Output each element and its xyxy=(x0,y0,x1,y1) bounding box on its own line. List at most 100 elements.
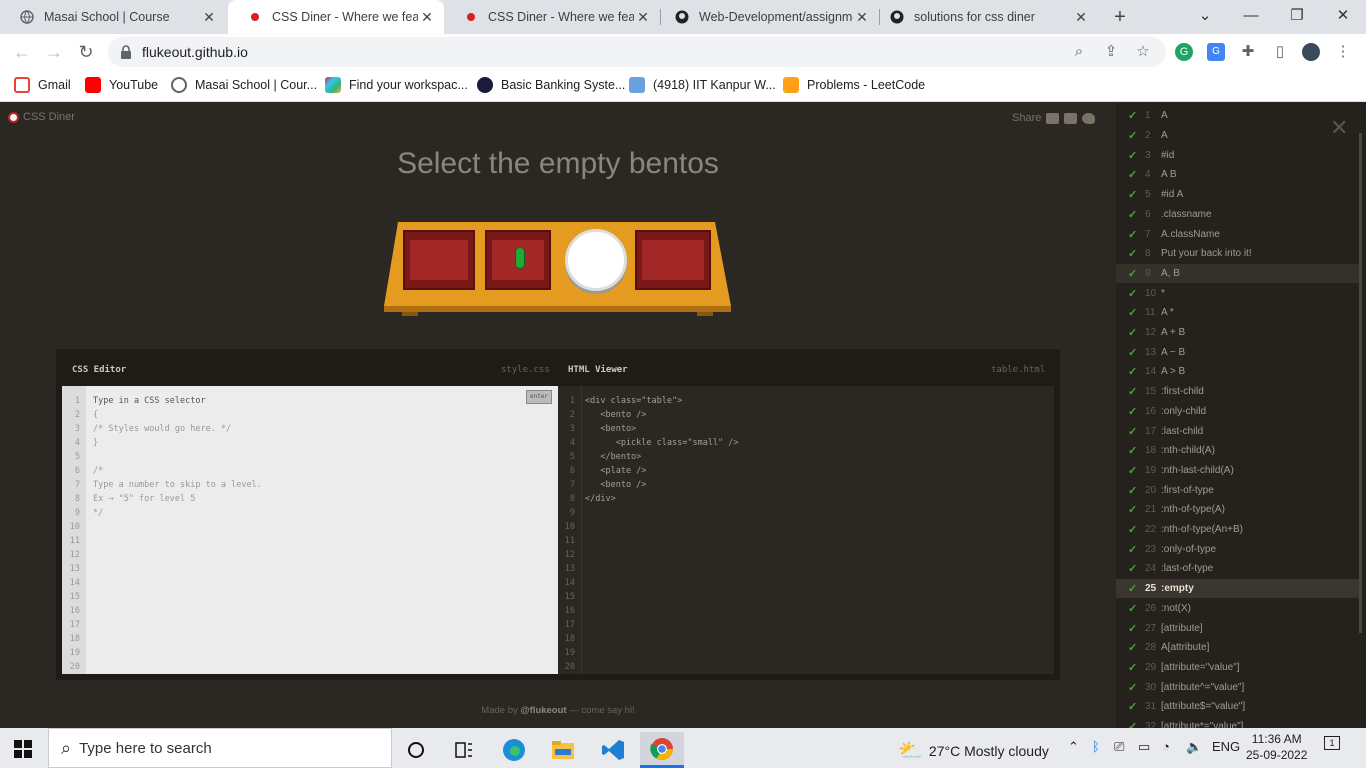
side-panel-icon[interactable]: ▯ xyxy=(1271,43,1289,61)
email-icon[interactable] xyxy=(1046,112,1060,124)
wifi-icon[interactable]: ◔ xyxy=(1162,739,1170,754)
level-item[interactable]: ✓ 23:only-of-type xyxy=(1116,539,1362,559)
level-item[interactable]: ✓ 24:last-of-type xyxy=(1116,559,1362,579)
level-item[interactable]: ✓ 14 A > B xyxy=(1116,362,1362,382)
taskbar-search-box[interactable]: ⌕ Type here to search xyxy=(48,728,392,768)
tab-css-diner[interactable]: CSS Diner - Where we feast on CSS Select… xyxy=(444,0,660,34)
level-item[interactable]: ✓ 22:nth-of-type(An+B) xyxy=(1116,520,1362,540)
html-code-line[interactable]: </div> xyxy=(585,492,739,506)
facebook-icon[interactable] xyxy=(1064,112,1078,124)
level-item[interactable]: ✓ 8 Put your back into it! xyxy=(1116,244,1362,264)
close-tab-icon[interactable]: ✕ xyxy=(200,9,218,26)
level-item[interactable]: ✓ 4 A B xyxy=(1116,165,1362,185)
html-code-line[interactable]: <pickle class="small" /> xyxy=(585,436,739,450)
level-item[interactable]: ✓ 1 A xyxy=(1116,106,1362,126)
levels-scrollbar[interactable] xyxy=(1359,133,1362,633)
bookmark-masai[interactable]: Masai School | Cour... xyxy=(171,77,317,93)
volume-icon[interactable]: 🔈 xyxy=(1186,739,1202,755)
battery-icon[interactable]: ▭ xyxy=(1138,739,1150,755)
system-clock[interactable]: 11:36 AM 25-09-2022 xyxy=(1246,731,1307,763)
cortana-icon[interactable] xyxy=(394,732,438,768)
level-item[interactable]: ✓ 30 [attribute^="value"] xyxy=(1116,677,1362,697)
grammarly-extension-icon[interactable]: G xyxy=(1175,43,1193,61)
windows-start-icon[interactable] xyxy=(14,740,32,758)
html-code-line[interactable]: <bento> xyxy=(585,422,739,436)
twitter-icon[interactable] xyxy=(1082,112,1096,124)
level-item[interactable]: ✓ 20:first-of-type xyxy=(1116,480,1362,500)
level-item[interactable]: ✓ 27 [attribute] xyxy=(1116,618,1362,638)
file-explorer-icon[interactable] xyxy=(541,732,585,768)
zoom-icon[interactable]: ⌕ xyxy=(1070,43,1088,61)
close-tab-icon[interactable]: ✕ xyxy=(634,9,652,26)
level-item[interactable]: ✓ 28 A[attribute] xyxy=(1116,638,1362,658)
css-code[interactable]: Type in a CSS selector {/* Styles would g… xyxy=(93,394,262,520)
forward-button[interactable]: → xyxy=(44,42,64,62)
bluetooth-icon[interactable]: ᛒ xyxy=(1092,739,1100,754)
bookmark-leetcode[interactable]: Problems - LeetCode xyxy=(783,77,925,93)
reload-button[interactable]: ↻ xyxy=(76,42,96,62)
meet-now-icon[interactable]: ⎚ xyxy=(1114,739,1124,755)
footer-author-link[interactable]: @flukeout xyxy=(520,705,566,716)
close-tab-icon[interactable]: ✕ xyxy=(418,9,436,26)
level-item[interactable]: ✓ 29 [attribute="value"] xyxy=(1116,658,1362,678)
bookmark-banking[interactable]: Basic Banking Syste... xyxy=(477,77,625,93)
edge-icon[interactable] xyxy=(492,732,536,768)
html-code-line[interactable]: <plate /> xyxy=(585,464,739,478)
level-item[interactable]: ✓ 5 #id A xyxy=(1116,185,1362,205)
chrome-taskbar-icon[interactable] xyxy=(640,732,684,768)
pickle[interactable] xyxy=(515,247,525,269)
notification-center-icon[interactable]: 1 xyxy=(1324,736,1340,750)
address-bar[interactable]: flukeout.github.io ⌕ ⇪ ☆ xyxy=(108,37,1166,67)
bookmark-star-icon[interactable]: ☆ xyxy=(1134,43,1152,61)
level-item[interactable]: ✓ 25:empty xyxy=(1116,578,1362,599)
level-item[interactable]: ✓ 26:not(X) xyxy=(1116,599,1362,619)
level-item[interactable]: ✓ 17:last-child xyxy=(1116,421,1362,441)
bookmark-iit-kanpur[interactable]: (4918) IIT Kanpur W... xyxy=(629,77,776,93)
share-page-icon[interactable]: ⇪ xyxy=(1102,43,1120,61)
css-diner-logo[interactable]: CSS Diner xyxy=(8,111,75,123)
tab-search-chevron-icon[interactable]: ⌄ xyxy=(1190,4,1220,28)
html-code-line[interactable]: <div class="table"> xyxy=(585,394,739,408)
level-item[interactable]: ✓ 31 [attribute$="value"] xyxy=(1116,697,1362,717)
css-editor[interactable]: 1 2 3 4 5 6 7 8 9 10 11 12 13 14 15 16 17 18 19 20 Type in … xyxy=(62,386,558,674)
bookmark-gmail[interactable]: Gmail xyxy=(14,77,71,93)
level-item[interactable]: ✓ 12 A + B xyxy=(1116,323,1362,343)
extensions-puzzle-icon[interactable]: ✚ xyxy=(1239,43,1257,61)
tab-css-diner-active[interactable]: CSS Diner - Where we feast on CSS Select… xyxy=(228,0,444,34)
close-window-button[interactable]: ✕ xyxy=(1328,4,1358,28)
level-item[interactable]: ✓ 9 A, B xyxy=(1116,263,1362,284)
close-tab-icon[interactable]: ✕ xyxy=(853,9,871,26)
show-hidden-icons-chevron[interactable]: ⌃ xyxy=(1068,739,1079,755)
back-button[interactable]: ← xyxy=(12,42,32,62)
weather-widget[interactable]: ⛅ 27°C Mostly cloudy xyxy=(898,738,1049,763)
new-tab-button[interactable]: + xyxy=(1110,5,1130,29)
level-item[interactable]: ✓ 13 A ~ B xyxy=(1116,342,1362,362)
enter-button[interactable]: enter xyxy=(526,390,552,404)
close-tab-icon[interactable]: ✕ xyxy=(1072,9,1090,26)
input-language[interactable]: ENG xyxy=(1212,739,1240,754)
level-item[interactable]: ✓ 15:first-child xyxy=(1116,382,1362,402)
bookmark-slack[interactable]: Find your workspac... xyxy=(325,77,468,93)
level-item[interactable]: ✓ 7 A.className xyxy=(1116,224,1362,244)
html-code-line[interactable]: <bento /> xyxy=(585,408,739,422)
level-item[interactable]: ✓ 19:nth-last-child(A) xyxy=(1116,461,1362,481)
level-item[interactable]: ✓ 2 A xyxy=(1116,126,1362,146)
minimize-button[interactable]: — xyxy=(1236,4,1266,28)
level-item[interactable]: ✓ 3 #id xyxy=(1116,145,1362,165)
restore-button[interactable]: ❐ xyxy=(1282,4,1312,28)
level-item[interactable]: ✓ 10 * xyxy=(1116,283,1362,303)
html-code-line[interactable]: </bento> xyxy=(585,450,739,464)
plate[interactable] xyxy=(565,229,627,291)
css-selector-input[interactable]: Type in a CSS selector xyxy=(93,394,262,408)
tab-masai[interactable]: Masai School | Course ✕ xyxy=(0,0,226,34)
bento-3[interactable] xyxy=(635,230,711,290)
translate-extension-icon[interactable]: G xyxy=(1207,43,1225,61)
profile-avatar[interactable] xyxy=(1302,43,1320,61)
bookmark-youtube[interactable]: YouTube xyxy=(85,77,158,93)
level-item[interactable]: ✓ 11 A * xyxy=(1116,303,1362,323)
chrome-menu-icon[interactable]: ⋮ xyxy=(1334,43,1352,61)
level-item[interactable]: ✓ 6 .classname xyxy=(1116,205,1362,225)
html-code-line[interactable]: <bento /> xyxy=(585,478,739,492)
tab-github-assignments[interactable]: Web-Development/assignments ✕ xyxy=(661,0,879,34)
task-view-icon[interactable] xyxy=(442,732,486,768)
